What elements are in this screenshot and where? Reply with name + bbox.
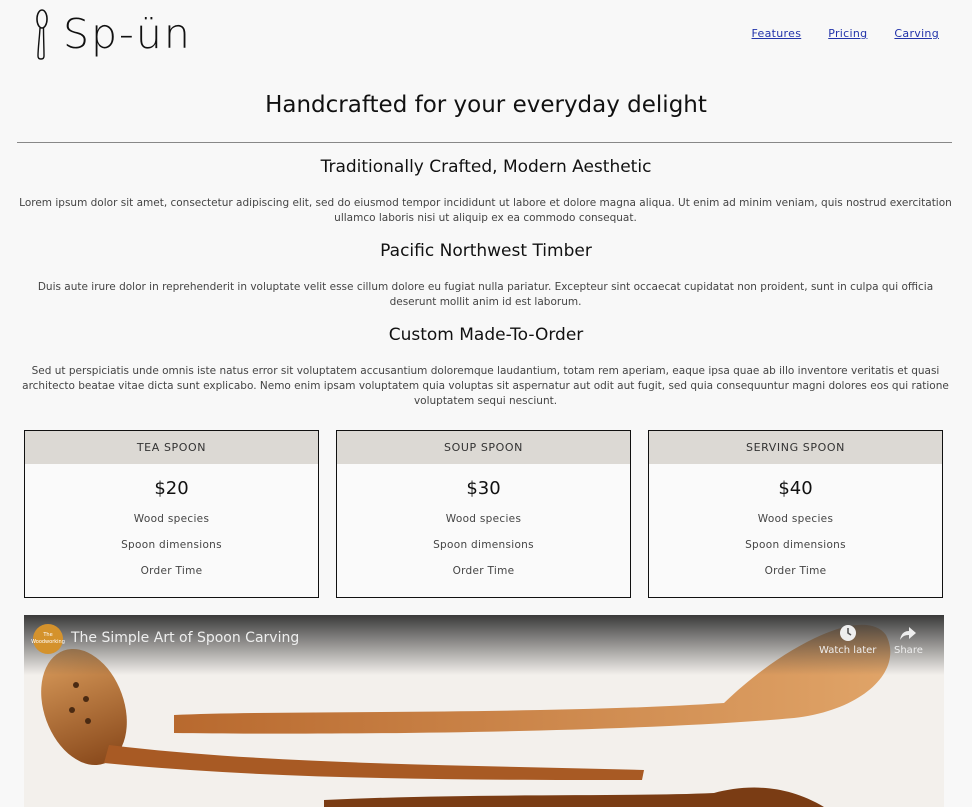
share-button[interactable]: Share xyxy=(894,624,923,656)
spoon-icon xyxy=(36,9,48,60)
card-feature: Spoon dimensions xyxy=(433,539,534,551)
pricing-card-tea-spoon: TEA SPOON $20 Wood species Spoon dimensi… xyxy=(24,430,319,598)
share-label: Share xyxy=(894,645,923,656)
card-header: SERVING SPOON xyxy=(649,431,942,464)
channel-avatar[interactable]: The Woodworking xyxy=(31,624,65,654)
pricing-card-serving-spoon: SERVING SPOON $40 Wood species Spoon dim… xyxy=(648,430,943,598)
site-header: Sp-ün Features Pricing Carving xyxy=(0,0,972,70)
logo[interactable]: Sp-ün xyxy=(33,8,192,60)
card-feature: Order Time xyxy=(452,565,515,577)
card-price: $30 xyxy=(466,478,501,499)
video-embed[interactable]: The Woodworking The Simple Art of Spoon … xyxy=(24,615,944,807)
card-feature: Spoon dimensions xyxy=(745,539,846,551)
card-header: TEA SPOON xyxy=(25,431,318,464)
watch-later-button[interactable]: Watch later xyxy=(819,624,876,656)
divider xyxy=(17,142,952,143)
nav-link-features[interactable]: Features xyxy=(752,27,802,40)
card-feature: Wood species xyxy=(445,513,522,525)
pricing-card-soup-spoon: SOUP SPOON $30 Wood species Spoon dimens… xyxy=(336,430,631,598)
feature-body: Sed ut perspiciatis unde omnis iste natu… xyxy=(22,365,949,407)
feature-body: Duis aute irure dolor in reprehenderit i… xyxy=(37,281,934,308)
logo-text: Sp-ün xyxy=(63,10,192,58)
card-header: SOUP SPOON xyxy=(337,431,630,464)
clock-icon xyxy=(839,625,856,641)
card-price: $20 xyxy=(154,478,189,499)
feature-title: Pacific Northwest Timber xyxy=(380,241,592,261)
top-nav: Features Pricing Carving xyxy=(752,27,939,40)
card-feature: Wood species xyxy=(757,513,834,525)
card-price: $40 xyxy=(778,478,813,499)
card-feature: Spoon dimensions xyxy=(121,539,222,551)
card-feature: Wood species xyxy=(133,513,210,525)
nav-link-carving[interactable]: Carving xyxy=(894,27,939,40)
feature-title: Custom Made-To-Order xyxy=(388,325,584,345)
card-feature: Order Time xyxy=(140,565,203,577)
video-title[interactable]: The Simple Art of Spoon Carving xyxy=(71,630,299,646)
nav-link-pricing[interactable]: Pricing xyxy=(828,27,867,40)
feature-title: Traditionally Crafted, Modern Aesthetic xyxy=(320,157,652,177)
share-icon xyxy=(900,627,917,640)
hero-title: Handcrafted for your everyday delight xyxy=(265,92,707,118)
feature-body: Lorem ipsum dolor sit amet, consectetur … xyxy=(19,197,952,224)
card-feature: Order Time xyxy=(764,565,827,577)
watch-later-label: Watch later xyxy=(819,645,877,656)
